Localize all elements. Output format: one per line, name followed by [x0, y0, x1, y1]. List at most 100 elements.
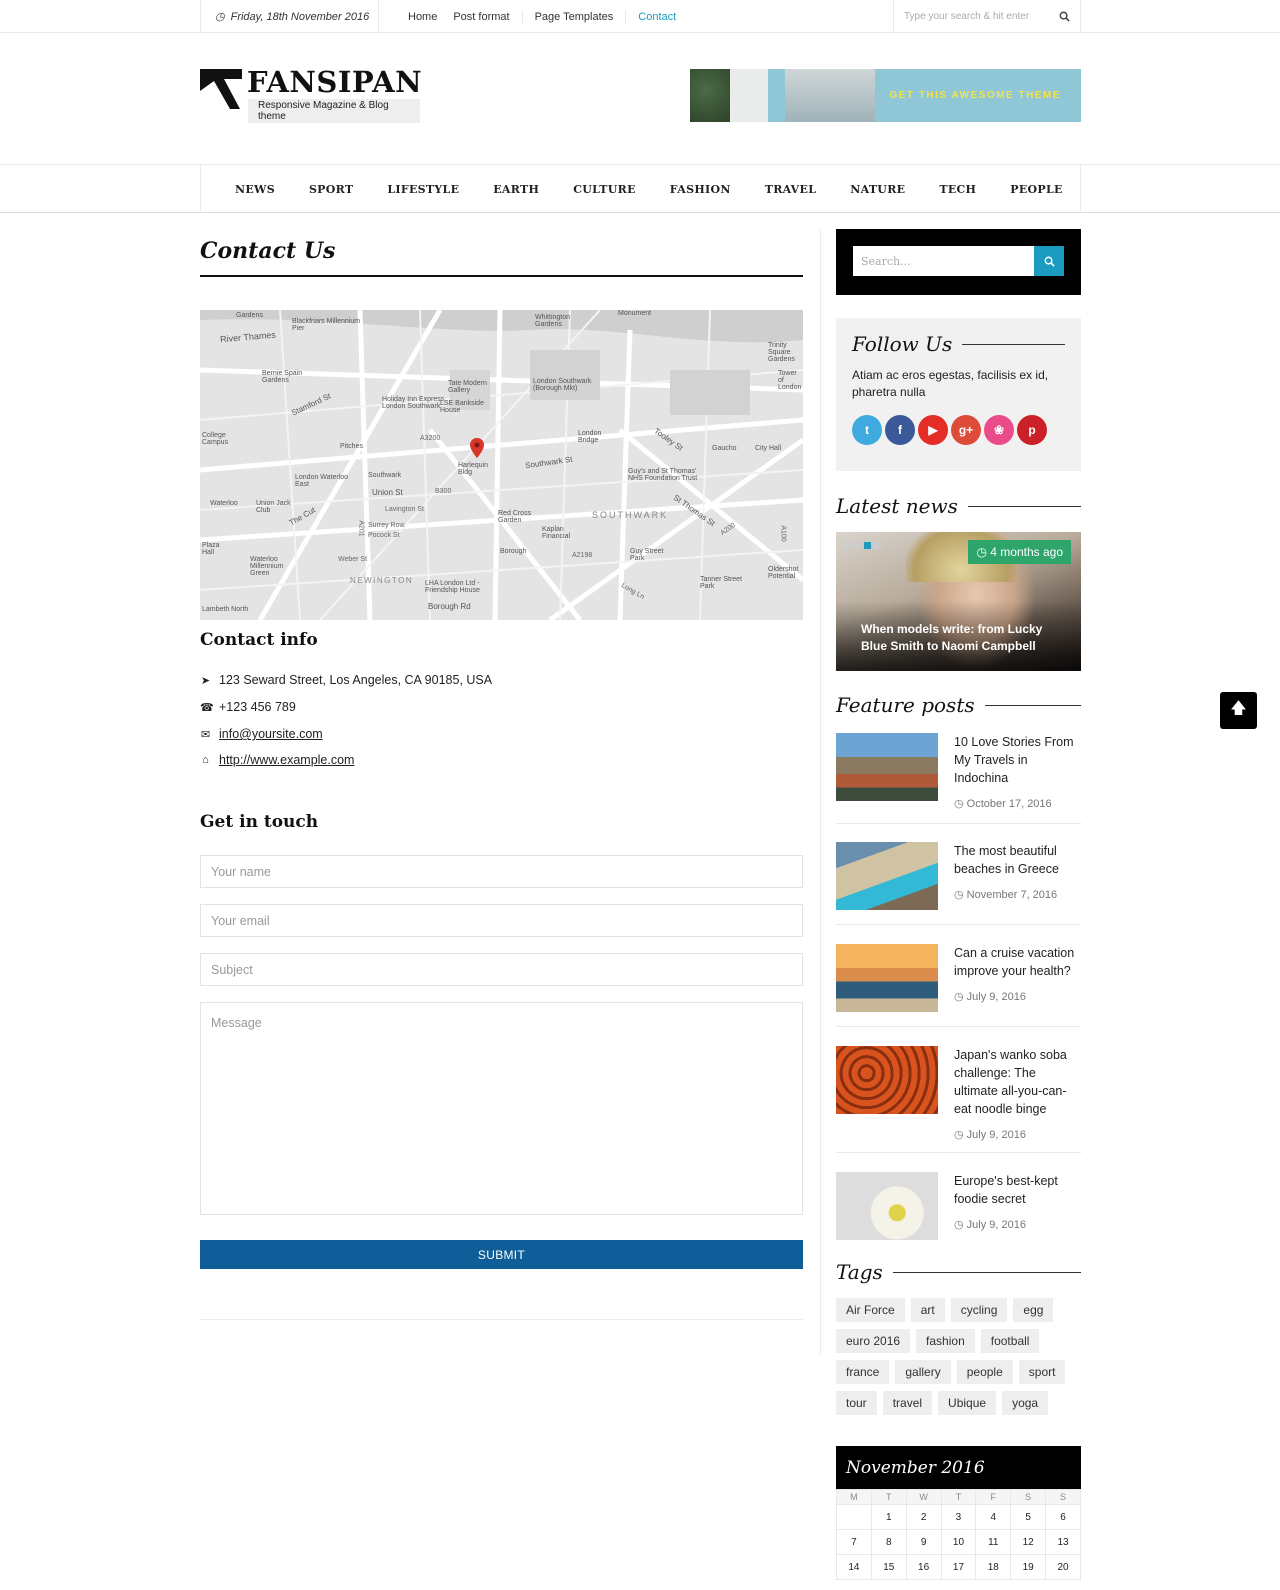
back-to-top-button[interactable]: 🡅	[1220, 692, 1257, 729]
latest-news-slide[interactable]: ◷ 4 months ago When models write: from L…	[836, 532, 1081, 671]
post-thumbnail[interactable]	[836, 842, 938, 910]
tag-link[interactable]: Air Force	[836, 1298, 905, 1322]
feature-post-item[interactable]: Europe's best-kept foodie secret ◷ July …	[836, 1172, 1081, 1242]
feature-post-item[interactable]: The most beautiful beaches in Greece ◷ N…	[836, 842, 1081, 925]
facebook-icon[interactable]: f	[885, 415, 915, 445]
site-logo[interactable]: FANSIPAN Responsive Magazine & Blog them…	[200, 65, 422, 123]
map-label-blackfriars-pier: Blackfriars Millennium Pier	[292, 318, 361, 332]
nav-earth[interactable]: EARTH	[493, 183, 539, 196]
tag-link[interactable]: egg	[1013, 1298, 1054, 1322]
submit-button[interactable]: SUBMIT	[200, 1240, 803, 1269]
calendar-day: 15	[870, 1554, 907, 1580]
top-menu-contact[interactable]: Contact	[630, 11, 684, 23]
clock-icon: ◷	[954, 798, 967, 810]
top-menu-post-format[interactable]: Post format	[445, 11, 517, 23]
nav-tech[interactable]: TECH	[939, 183, 976, 196]
top-search-field[interactable]: Type your search & hit enter	[893, 0, 1081, 33]
slider-dot-active[interactable]	[864, 542, 871, 549]
post-thumbnail[interactable]	[836, 1172, 938, 1240]
header-banner-ad[interactable]: GET THIS AWESOME THEME	[690, 69, 1081, 122]
email-link[interactable]: info@yoursite.com	[219, 727, 323, 741]
tag-cloud: Air Force art cycling egg euro 2016 fash…	[836, 1298, 1081, 1415]
calendar-day: 1	[870, 1504, 907, 1530]
tag-link[interactable]: euro 2016	[836, 1329, 911, 1353]
map-label-surrey-row: Surrey Row	[368, 522, 405, 529]
email-input[interactable]: Your email	[200, 904, 803, 937]
slider-dot[interactable]	[844, 542, 851, 549]
top-menu-home[interactable]: Home	[400, 11, 445, 23]
nav-sport[interactable]: SPORT	[309, 183, 353, 196]
tag-link[interactable]: travel	[882, 1391, 933, 1415]
nav-lifestyle[interactable]: LIFESTYLE	[387, 183, 459, 196]
sidebar-search-input[interactable]: Search...	[853, 246, 1034, 276]
sidebar-search-button[interactable]	[1034, 246, 1064, 276]
feature-post-title[interactable]: Japan's wanko soba challenge: The ultima…	[954, 1046, 1081, 1118]
map-label-weber-st: Weber St	[338, 556, 368, 563]
clock-icon: ◷	[954, 1129, 967, 1141]
youtube-icon[interactable]: ▶	[918, 415, 948, 445]
message-textarea[interactable]: Message	[200, 1002, 803, 1215]
top-menu-page-templates[interactable]: Page Templates	[527, 11, 622, 23]
post-thumbnail[interactable]	[836, 944, 938, 1012]
latest-news-caption[interactable]: When models write: from Lucky Blue Smith…	[861, 621, 1061, 655]
map-label-oldershot: Oldershot Potential	[768, 566, 799, 580]
feature-posts-title: Feature posts	[836, 693, 975, 717]
nav-news[interactable]: NEWS	[235, 183, 275, 196]
weekday-label: F	[975, 1489, 1012, 1505]
feature-post-item[interactable]: Japan's wanko soba challenge: The ultima…	[836, 1046, 1081, 1153]
name-input[interactable]: Your name	[200, 855, 803, 888]
logo-tagline: Responsive Magazine & Blog theme	[248, 99, 420, 123]
time-ago-text: 4 months ago	[990, 545, 1063, 559]
nav-nature[interactable]: NATURE	[850, 183, 905, 196]
post-thumbnail[interactable]	[836, 733, 938, 801]
feature-post-title[interactable]: Can a cruise vacation improve your healt…	[954, 944, 1081, 980]
map-label-gardens: Gardens	[236, 312, 263, 319]
name-placeholder: Your name	[211, 864, 271, 879]
tag-link[interactable]: art	[910, 1298, 945, 1322]
top-menu: Home Post format Page Templates Contact	[400, 0, 684, 33]
map-label-red-cross-garden: Red Cross Garden	[498, 510, 532, 524]
feature-post-title[interactable]: Europe's best-kept foodie secret	[954, 1172, 1081, 1208]
map-pin-icon[interactable]	[470, 438, 484, 458]
feature-post-item[interactable]: 10 Love Stories From My Travels in Indoc…	[836, 733, 1081, 824]
feature-post-title[interactable]: 10 Love Stories From My Travels in Indoc…	[954, 733, 1081, 787]
tag-link[interactable]: yoga	[1002, 1391, 1049, 1415]
slider-dot[interactable]	[874, 542, 881, 549]
feature-post-title[interactable]: The most beautiful beaches in Greece	[954, 842, 1081, 878]
sidebar-search-placeholder: Search...	[861, 254, 911, 268]
nav-people[interactable]: PEOPLE	[1010, 183, 1062, 196]
title-rule	[984, 704, 1081, 706]
map-label-southwark-district: SOUTHWARK	[592, 510, 669, 520]
location-map[interactable]: River Thames Blackfriars Millennium Pier…	[200, 310, 803, 620]
calendar-day: 6	[1045, 1504, 1081, 1530]
subject-input[interactable]: Subject	[200, 953, 803, 986]
tag-link[interactable]: Ubique	[938, 1391, 997, 1415]
slider-dot[interactable]	[854, 542, 861, 549]
tag-link[interactable]: gallery	[895, 1360, 951, 1384]
nav-fashion[interactable]: FASHION	[670, 183, 731, 196]
banner-text: GET THIS AWESOME THEME	[889, 90, 1061, 101]
map-label-city-hall: City Hall	[755, 445, 782, 452]
tag-link[interactable]: sport	[1018, 1360, 1066, 1384]
tag-link[interactable]: cycling	[950, 1298, 1008, 1322]
menu-divider	[625, 9, 627, 24]
tag-link[interactable]: france	[836, 1360, 890, 1384]
tag-link[interactable]: football	[980, 1329, 1040, 1353]
map-label-borough-rd: Borough Rd	[428, 602, 471, 611]
social-links: t f ▶ g+ ❀ p	[852, 415, 1065, 445]
dribbble-icon[interactable]: ❀	[984, 415, 1014, 445]
tag-link[interactable]: people	[956, 1360, 1013, 1384]
nav-culture[interactable]: CULTURE	[573, 183, 636, 196]
website-link[interactable]: http://www.example.com	[219, 753, 354, 767]
tag-link[interactable]: fashion	[916, 1329, 975, 1353]
pinterest-icon[interactable]: p	[1017, 415, 1047, 445]
post-thumbnail[interactable]	[836, 1046, 938, 1114]
email-row: ✉ info@yoursite.com	[200, 727, 323, 741]
google-plus-icon[interactable]: g+	[951, 415, 981, 445]
search-icon[interactable]	[1059, 11, 1070, 22]
tag-link[interactable]: tour	[836, 1391, 877, 1415]
feature-post-item[interactable]: Can a cruise vacation improve your healt…	[836, 944, 1081, 1027]
tags-title: Tags	[836, 1260, 883, 1284]
twitter-icon[interactable]: t	[852, 415, 882, 445]
nav-travel[interactable]: TRAVEL	[765, 183, 817, 196]
